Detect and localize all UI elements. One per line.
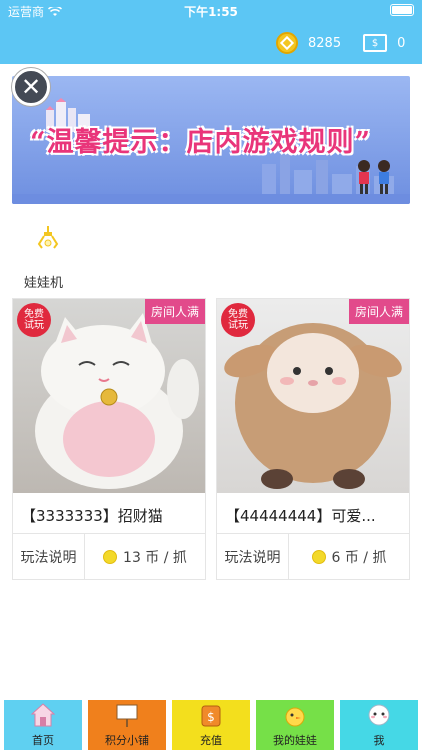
free-trial-badge: 免费 试玩 — [17, 303, 51, 337]
tab-label: 充值 — [200, 734, 222, 747]
price-per-grab: 13 币 / 抓 — [85, 534, 205, 580]
product-name: 【44444444】可爱... — [225, 507, 376, 525]
kids-illustration — [358, 160, 390, 194]
profile-icon — [368, 704, 390, 726]
svg-text:$: $ — [207, 710, 215, 724]
claw-machine-icon — [37, 226, 59, 249]
rules-button[interactable]: 玩法说明 — [13, 534, 85, 580]
tab-recharge[interactable]: $ 充值 — [172, 700, 250, 750]
product-card-plush-sheep[interactable]: 免费 试玩 房间人满 【44444444】可爱... 玩法说明 6 币 / 抓 — [216, 298, 410, 580]
price-per-grab: 6 币 / 抓 — [289, 534, 409, 580]
tab-points-shop[interactable]: 积分小铺 — [88, 700, 166, 750]
banner-headline: “温馨提示：店内游戏规则” — [30, 127, 372, 158]
room-full-badge: 房间人满 — [144, 299, 205, 324]
rules-button[interactable]: 玩法说明 — [217, 534, 289, 580]
coin-icon — [276, 32, 298, 54]
tab-label: 我的娃娃 — [273, 734, 317, 747]
room-full-badge: 房间人满 — [348, 299, 409, 324]
ticket-icon: $ — [363, 34, 388, 52]
tab-home[interactable]: 首页 — [4, 700, 82, 750]
price-label: 6 币 / 抓 — [331, 550, 387, 566]
top-header: 运营商 下午1:55 8285 $ 0 — [0, 0, 422, 64]
product-name: 【3333333】招财猫 — [21, 507, 163, 525]
tab-me[interactable]: 我 — [340, 700, 418, 750]
wallet-icon: $ — [201, 705, 221, 727]
shop-sign-icon — [116, 704, 138, 727]
status-bar: 运营商 下午1:55 — [0, 0, 422, 20]
battery-icon — [390, 4, 414, 16]
home-icon — [30, 703, 56, 727]
product-image: 免费 试玩 房间人满 — [217, 299, 409, 493]
tab-my-dolls[interactable]: 我的娃娃 — [256, 700, 334, 750]
coin-balance: 8285 — [308, 35, 342, 51]
chick-icon — [285, 707, 305, 727]
tab-label: 我 — [373, 734, 385, 747]
clock: 下午1:55 — [184, 5, 238, 19]
card-footer: 玩法说明 6 币 / 抓 — [217, 534, 409, 580]
product-card-lucky-cat[interactable]: 免费 试玩 房间人满 【3333333】招财猫 玩法说明 13 币 / 抓 — [12, 298, 206, 580]
coin-icon — [103, 550, 118, 564]
section-title: 娃娃机 — [24, 276, 64, 291]
bottom-tab-bar: 首页 积分小铺 $ 充值 我的娃娃 我 — [0, 700, 422, 750]
ticket-balance: 0 — [397, 35, 406, 51]
notice-banner[interactable]: “温馨提示：店内游戏规则” — [12, 76, 410, 204]
product-image: 免费 试玩 房间人满 — [13, 299, 205, 493]
city-skyline-illustration — [12, 154, 410, 204]
coin-icon — [311, 550, 326, 564]
tab-label: 积分小铺 — [105, 734, 149, 747]
close-banner-button[interactable]: ✕ — [12, 68, 50, 106]
card-footer: 玩法说明 13 币 / 抓 — [13, 534, 205, 580]
balance-bar: 8285 $ 0 — [276, 32, 405, 54]
price-label: 13 币 / 抓 — [123, 550, 187, 566]
close-icon: ✕ — [20, 73, 42, 101]
tab-label: 首页 — [32, 734, 54, 747]
free-trial-badge: 免费 试玩 — [221, 303, 255, 337]
